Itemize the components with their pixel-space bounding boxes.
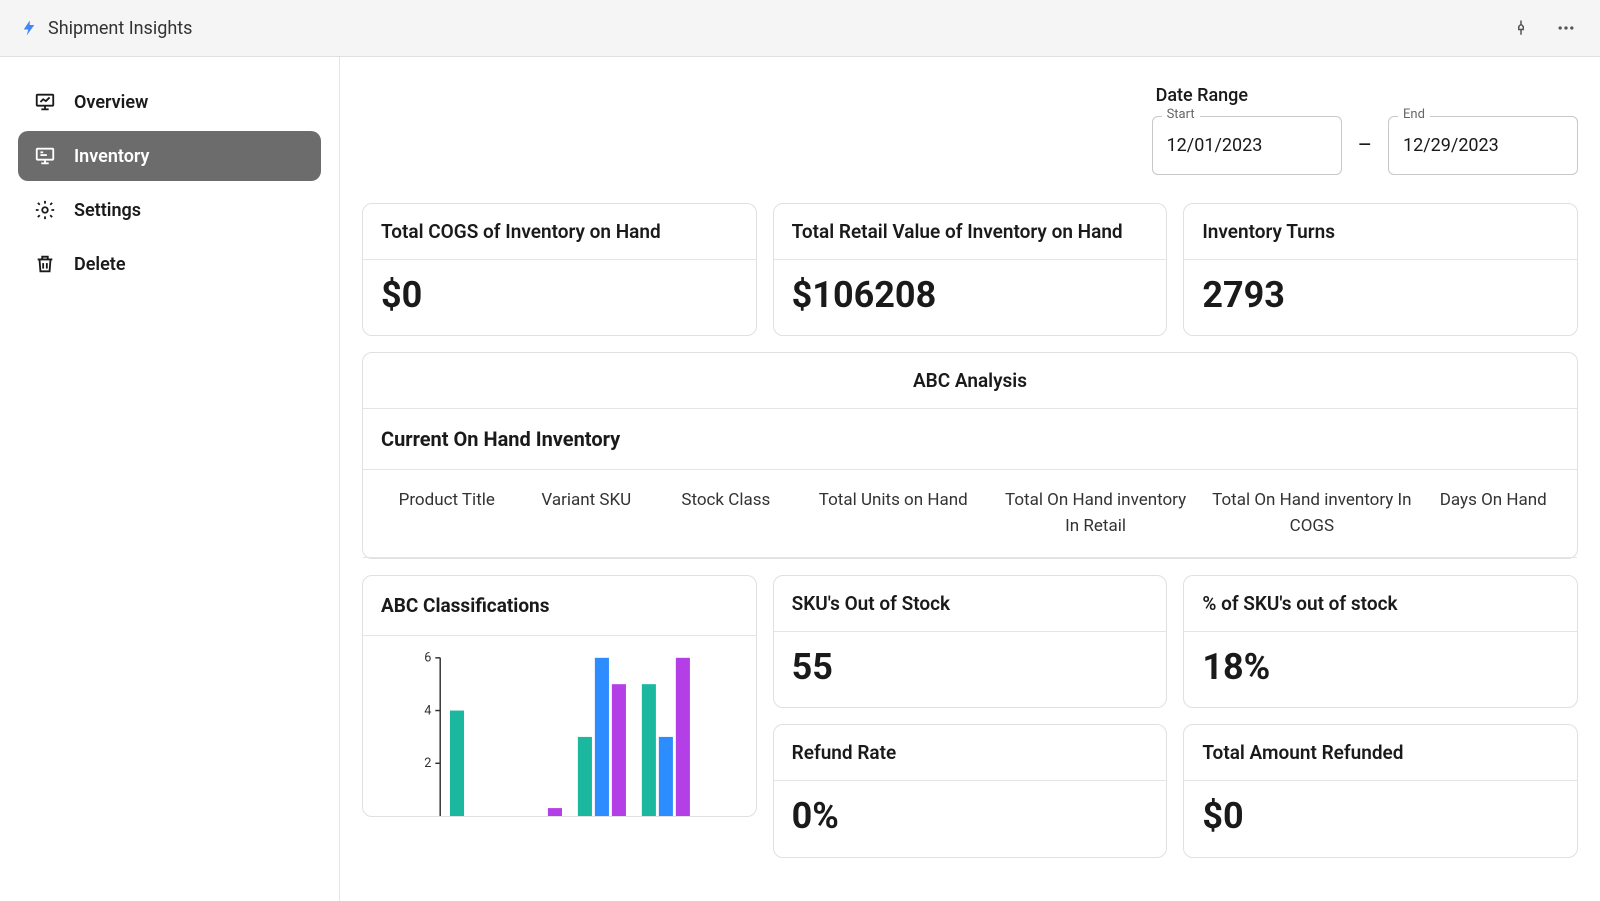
- sidebar-item-label: Overview: [74, 92, 148, 113]
- abc-col: Stock Class: [656, 488, 796, 539]
- sidebar: Overview Inventory Settings: [0, 57, 340, 901]
- abc-subtitle: Current On Hand Inventory: [363, 409, 1577, 470]
- date-start-label: Start: [1162, 107, 1200, 122]
- stat-title: SKU's Out of Stock: [792, 592, 1149, 615]
- abc-col: Product Title: [377, 488, 517, 539]
- abc-col: Total On Hand inventory In Retail: [991, 488, 1200, 539]
- gear-icon: [34, 199, 56, 221]
- stat-card-retail: Total Retail Value of Inventory on Hand …: [773, 203, 1168, 336]
- stat-card-sku-out: SKU's Out of Stock 55: [773, 575, 1168, 708]
- sidebar-item-settings[interactable]: Settings: [18, 185, 321, 235]
- header-actions: [1508, 14, 1580, 42]
- abc-classifications-title: ABC Classifications: [363, 576, 756, 636]
- sidebar-item-label: Inventory: [74, 146, 149, 167]
- abc-chart-svg: 2 4 6: [371, 650, 748, 816]
- overview-icon: [34, 91, 56, 113]
- abc-classifications-card: ABC Classifications 2 4 6: [362, 575, 757, 817]
- right-col: % of SKU's out of stock 18% Total Amount…: [1183, 575, 1578, 857]
- abc-col: Days On Hand: [1423, 488, 1563, 539]
- stat-title: Total Retail Value of Inventory on Hand: [792, 220, 1149, 243]
- date-range-block: Date Range Start – End: [1152, 85, 1578, 175]
- stat-card-cogs: Total COGS of Inventory on Hand $0: [362, 203, 757, 336]
- bottom-grid: ABC Classifications 2 4 6 SKU's Out of Sto…: [362, 575, 1578, 857]
- sidebar-item-delete[interactable]: Delete: [18, 239, 321, 289]
- stat-value: 2793: [1202, 274, 1559, 317]
- stat-card-total-refunded: Total Amount Refunded $0: [1183, 724, 1578, 857]
- stat-value: $106208: [792, 274, 1149, 317]
- app-header: Shipment Insights: [0, 0, 1600, 57]
- stat-value: 18%: [1202, 646, 1559, 689]
- date-start-input[interactable]: [1152, 116, 1342, 175]
- date-range-row: Date Range Start – End: [362, 85, 1578, 175]
- pin-button[interactable]: [1508, 15, 1534, 41]
- abc-col: Total Units on Hand: [796, 488, 991, 539]
- stat-value: 0%: [792, 795, 1149, 838]
- stat-title: Total COGS of Inventory on Hand: [381, 220, 738, 243]
- stat-card-turns: Inventory Turns 2793: [1183, 203, 1578, 336]
- mid-col: SKU's Out of Stock 55 Refund Rate 0%: [773, 575, 1168, 857]
- stat-card-pct-out: % of SKU's out of stock 18%: [1183, 575, 1578, 708]
- svg-text:6: 6: [424, 651, 431, 666]
- app-title: Shipment Insights: [48, 18, 192, 39]
- stat-title: Inventory Turns: [1202, 220, 1559, 243]
- date-start-field: Start: [1152, 116, 1342, 175]
- svg-text:2: 2: [424, 756, 431, 771]
- abc-col: Total On Hand inventory In COGS: [1200, 488, 1423, 539]
- abc-table-head: Product Title Variant SKU Stock Class To…: [363, 470, 1577, 558]
- date-end-input[interactable]: [1388, 116, 1578, 175]
- stat-card-refund-rate: Refund Rate 0%: [773, 724, 1168, 857]
- stat-title: % of SKU's out of stock: [1202, 592, 1559, 615]
- main-layout: Overview Inventory Settings: [0, 57, 1600, 901]
- date-end-label: End: [1398, 107, 1430, 122]
- stat-title: Total Amount Refunded: [1202, 741, 1559, 764]
- sidebar-item-overview[interactable]: Overview: [18, 77, 321, 127]
- sidebar-item-label: Delete: [74, 254, 126, 275]
- date-end-field: End: [1388, 116, 1578, 175]
- abc-analysis-card: ABC Analysis Current On Hand Inventory P…: [362, 352, 1578, 559]
- stat-value: $0: [1202, 795, 1559, 838]
- abc-chart: 2 4 6: [363, 636, 756, 816]
- abc-col: Variant SKU: [517, 488, 657, 539]
- stats-row: Total COGS of Inventory on Hand $0 Total…: [362, 203, 1578, 336]
- header-left: Shipment Insights: [20, 18, 192, 39]
- more-button[interactable]: [1552, 14, 1580, 42]
- sidebar-item-label: Settings: [74, 200, 141, 221]
- date-range-title: Date Range: [1156, 85, 1578, 106]
- abc-title: ABC Analysis: [363, 353, 1577, 409]
- logo-icon: [20, 19, 38, 37]
- inventory-icon: [34, 145, 56, 167]
- trash-icon: [34, 253, 56, 275]
- stat-title: Refund Rate: [792, 741, 1149, 764]
- date-inputs: Start – End: [1152, 116, 1578, 175]
- stat-value: $0: [381, 274, 738, 317]
- content: Date Range Start – End Total COGS of Inv…: [340, 57, 1600, 901]
- svg-text:4: 4: [424, 704, 431, 719]
- date-separator: –: [1354, 133, 1376, 158]
- stat-value: 55: [792, 646, 1149, 689]
- sidebar-item-inventory[interactable]: Inventory: [18, 131, 321, 181]
